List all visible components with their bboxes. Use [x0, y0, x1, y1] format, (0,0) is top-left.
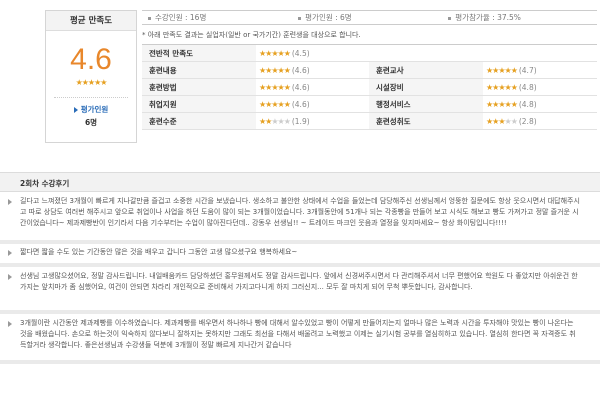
stars-filled: ★★★★★	[486, 100, 518, 109]
item-value: ★★★★★ (4.6)	[256, 79, 369, 95]
review-text: 선생님 고생많으셨어요, 정말 감사드립니다. 내일배움카드 담당하셨던 홍무원…	[20, 272, 578, 291]
rating-stars-icon: ★★★★★	[486, 66, 518, 75]
item-label: 훈련내용	[142, 62, 256, 78]
rating-stars-icon: ★★★★★	[259, 83, 291, 92]
item-value: ★★★★★ (4.6)	[256, 96, 369, 112]
square-bullet-icon	[448, 16, 452, 20]
reviews-header: 2회차 수강후기	[0, 172, 600, 192]
stars-filled: ★★★★★	[259, 100, 291, 109]
rating-stars-icon: ★★★★★	[486, 83, 518, 92]
review-text: 길다고 느껴졌던 3개월이 빠르게 지나갈만큼 즐겁고 소중한 시간을 보냈습니…	[20, 197, 580, 227]
review-separator	[0, 263, 600, 267]
satisfaction-section: 평균 만족도 4.6 ★★★★★ 평가인원 6명 수강인원 : 16명 평가인원…	[0, 0, 600, 160]
item-value: ★★★★★ (1.9)	[256, 113, 369, 129]
item-score: (4.6)	[291, 83, 310, 92]
stat-participation-text: 평가참가율 : 37.5%	[455, 13, 521, 22]
stat-raters: 평가인원 : 6명	[292, 12, 442, 23]
stat-participation: 평가참가율 : 37.5%	[442, 12, 592, 23]
item-value: ★★★★★ (2.8)	[483, 113, 596, 129]
item-score: (4.8)	[518, 100, 537, 109]
review-item: 3개월이란 시간동안 제과제빵를 이수하였습니다. 제과제빵를 배우면서 하나하…	[0, 318, 600, 351]
rater-label: 평가인원	[46, 104, 136, 115]
review-item: 선생님 고생많으셨어요, 정말 감사드립니다. 내일배움카드 담당하셨던 홍무원…	[0, 271, 600, 293]
stat-raters-text: 평가인원 : 6명	[305, 13, 352, 22]
review-item: 짧다면 짧을 수도 있는 기간동안 많은 것을 배우고 갑니다 그동안 고생 많…	[0, 247, 600, 258]
item-score: (2.8)	[518, 117, 537, 126]
stars-filled: ★★★	[486, 117, 505, 126]
review-text: 짧다면 짧을 수도 있는 기간동안 많은 것을 배우고 갑니다 그동안 고생 많…	[20, 248, 298, 256]
item-score: (1.9)	[291, 117, 310, 126]
stars-filled: ★★★★★	[259, 66, 291, 75]
review-item: 길다고 느껴졌던 3개월이 빠르게 지나갈만큼 즐겁고 소중한 시간을 보냈습니…	[0, 196, 600, 229]
item-value: ★★★★★ (4.6)	[256, 62, 369, 78]
average-stars-icon: ★★★★★	[75, 78, 108, 87]
square-bullet-icon	[298, 16, 302, 20]
stat-enrolled: 수강인원 : 16명	[142, 12, 292, 23]
arrow-right-icon	[8, 274, 12, 280]
arrow-right-icon	[8, 321, 12, 327]
stars-empty: ★★	[504, 117, 518, 126]
overall-value: ★★★★★ (4.5)	[256, 45, 597, 61]
summary-title: 평균 만족도	[46, 11, 136, 31]
rating-stars-icon: ★★★★★	[259, 100, 291, 109]
satisfaction-grid: 전반적 만족도 ★★★★★ (4.5) 훈련내용 ★★★★★ (4.6) 훈련교사 …	[142, 44, 597, 130]
arrow-right-icon	[8, 199, 12, 205]
item-label: 훈련교사	[369, 62, 483, 78]
square-bullet-icon	[148, 16, 151, 20]
stars-filled: ★★	[259, 117, 272, 126]
grid-row-overall: 전반적 만족도 ★★★★★ (4.5)	[142, 45, 597, 62]
overall-label: 전반적 만족도	[142, 45, 256, 61]
item-label: 훈련방법	[142, 79, 256, 95]
review-separator	[0, 310, 600, 314]
rating-stars-icon: ★★★★★	[259, 66, 291, 75]
rater-label-text: 평가인원	[80, 105, 109, 114]
item-label: 취업지원	[142, 96, 256, 112]
stars-filled: ★★★★★	[259, 83, 291, 92]
item-label: 시설장비	[369, 79, 483, 95]
item-score: (4.6)	[291, 66, 310, 75]
stars-filled: ★★★★★	[486, 66, 518, 75]
overall-score: (4.5)	[291, 49, 310, 58]
item-score: (4.7)	[518, 66, 537, 75]
rating-stars-icon: ★★★★★	[486, 117, 518, 126]
rating-stars-icon: ★★★★★	[486, 100, 518, 109]
summary-divider	[54, 97, 128, 98]
item-value: ★★★★★ (4.7)	[483, 62, 596, 78]
item-value: ★★★★★ (4.8)	[483, 79, 596, 95]
grid-row: 취업지원 ★★★★★ (4.6) 행정서비스 ★★★★★ (4.8)	[142, 96, 597, 113]
stars-filled: ★★★★★	[486, 83, 518, 92]
reviews-title: 2회차 수강후기	[20, 179, 70, 188]
item-label: 훈련수준	[142, 113, 256, 129]
arrow-right-icon	[8, 250, 12, 256]
rating-stars-icon: ★★★★★	[259, 49, 291, 58]
review-separator	[0, 360, 600, 364]
grid-row: 훈련내용 ★★★★★ (4.6) 훈련교사 ★★★★★ (4.7)	[142, 62, 597, 79]
stat-enrolled-text: 수강인원 : 16명	[155, 13, 207, 22]
grid-row: 훈련수준 ★★★★★ (1.9) 훈련성취도 ★★★★★ (2.8)	[142, 113, 597, 130]
grid-row: 훈련방법 ★★★★★ (4.6) 시설장비 ★★★★★ (4.8)	[142, 79, 597, 96]
arrow-right-icon	[73, 107, 78, 113]
stats-bar: 수강인원 : 16명 평가인원 : 6명 평가참가율 : 37.5%	[142, 10, 597, 25]
item-label: 훈련성취도	[369, 113, 483, 129]
review-text: 3개월이란 시간동안 제과제빵를 이수하였습니다. 제과제빵를 배우면서 하나하…	[20, 319, 576, 349]
rater-count: 6명	[84, 118, 98, 127]
satisfaction-note: * 아래 만족도 결과는 실업자(일반 or 국가기간) 훈련생을 대상으로 합…	[142, 31, 361, 39]
item-score: (4.8)	[518, 83, 537, 92]
rating-stars-icon: ★★★★★	[259, 117, 291, 126]
review-separator	[0, 240, 600, 244]
average-satisfaction-card: 평균 만족도 4.6 ★★★★★ 평가인원 6명	[45, 10, 137, 143]
stars-filled: ★★★★★	[259, 49, 291, 58]
item-score: (4.6)	[291, 100, 310, 109]
average-score: 4.6	[70, 43, 112, 76]
item-label: 행정서비스	[369, 96, 483, 112]
stars-empty: ★★★	[271, 117, 290, 126]
item-value: ★★★★★ (4.8)	[483, 96, 596, 112]
